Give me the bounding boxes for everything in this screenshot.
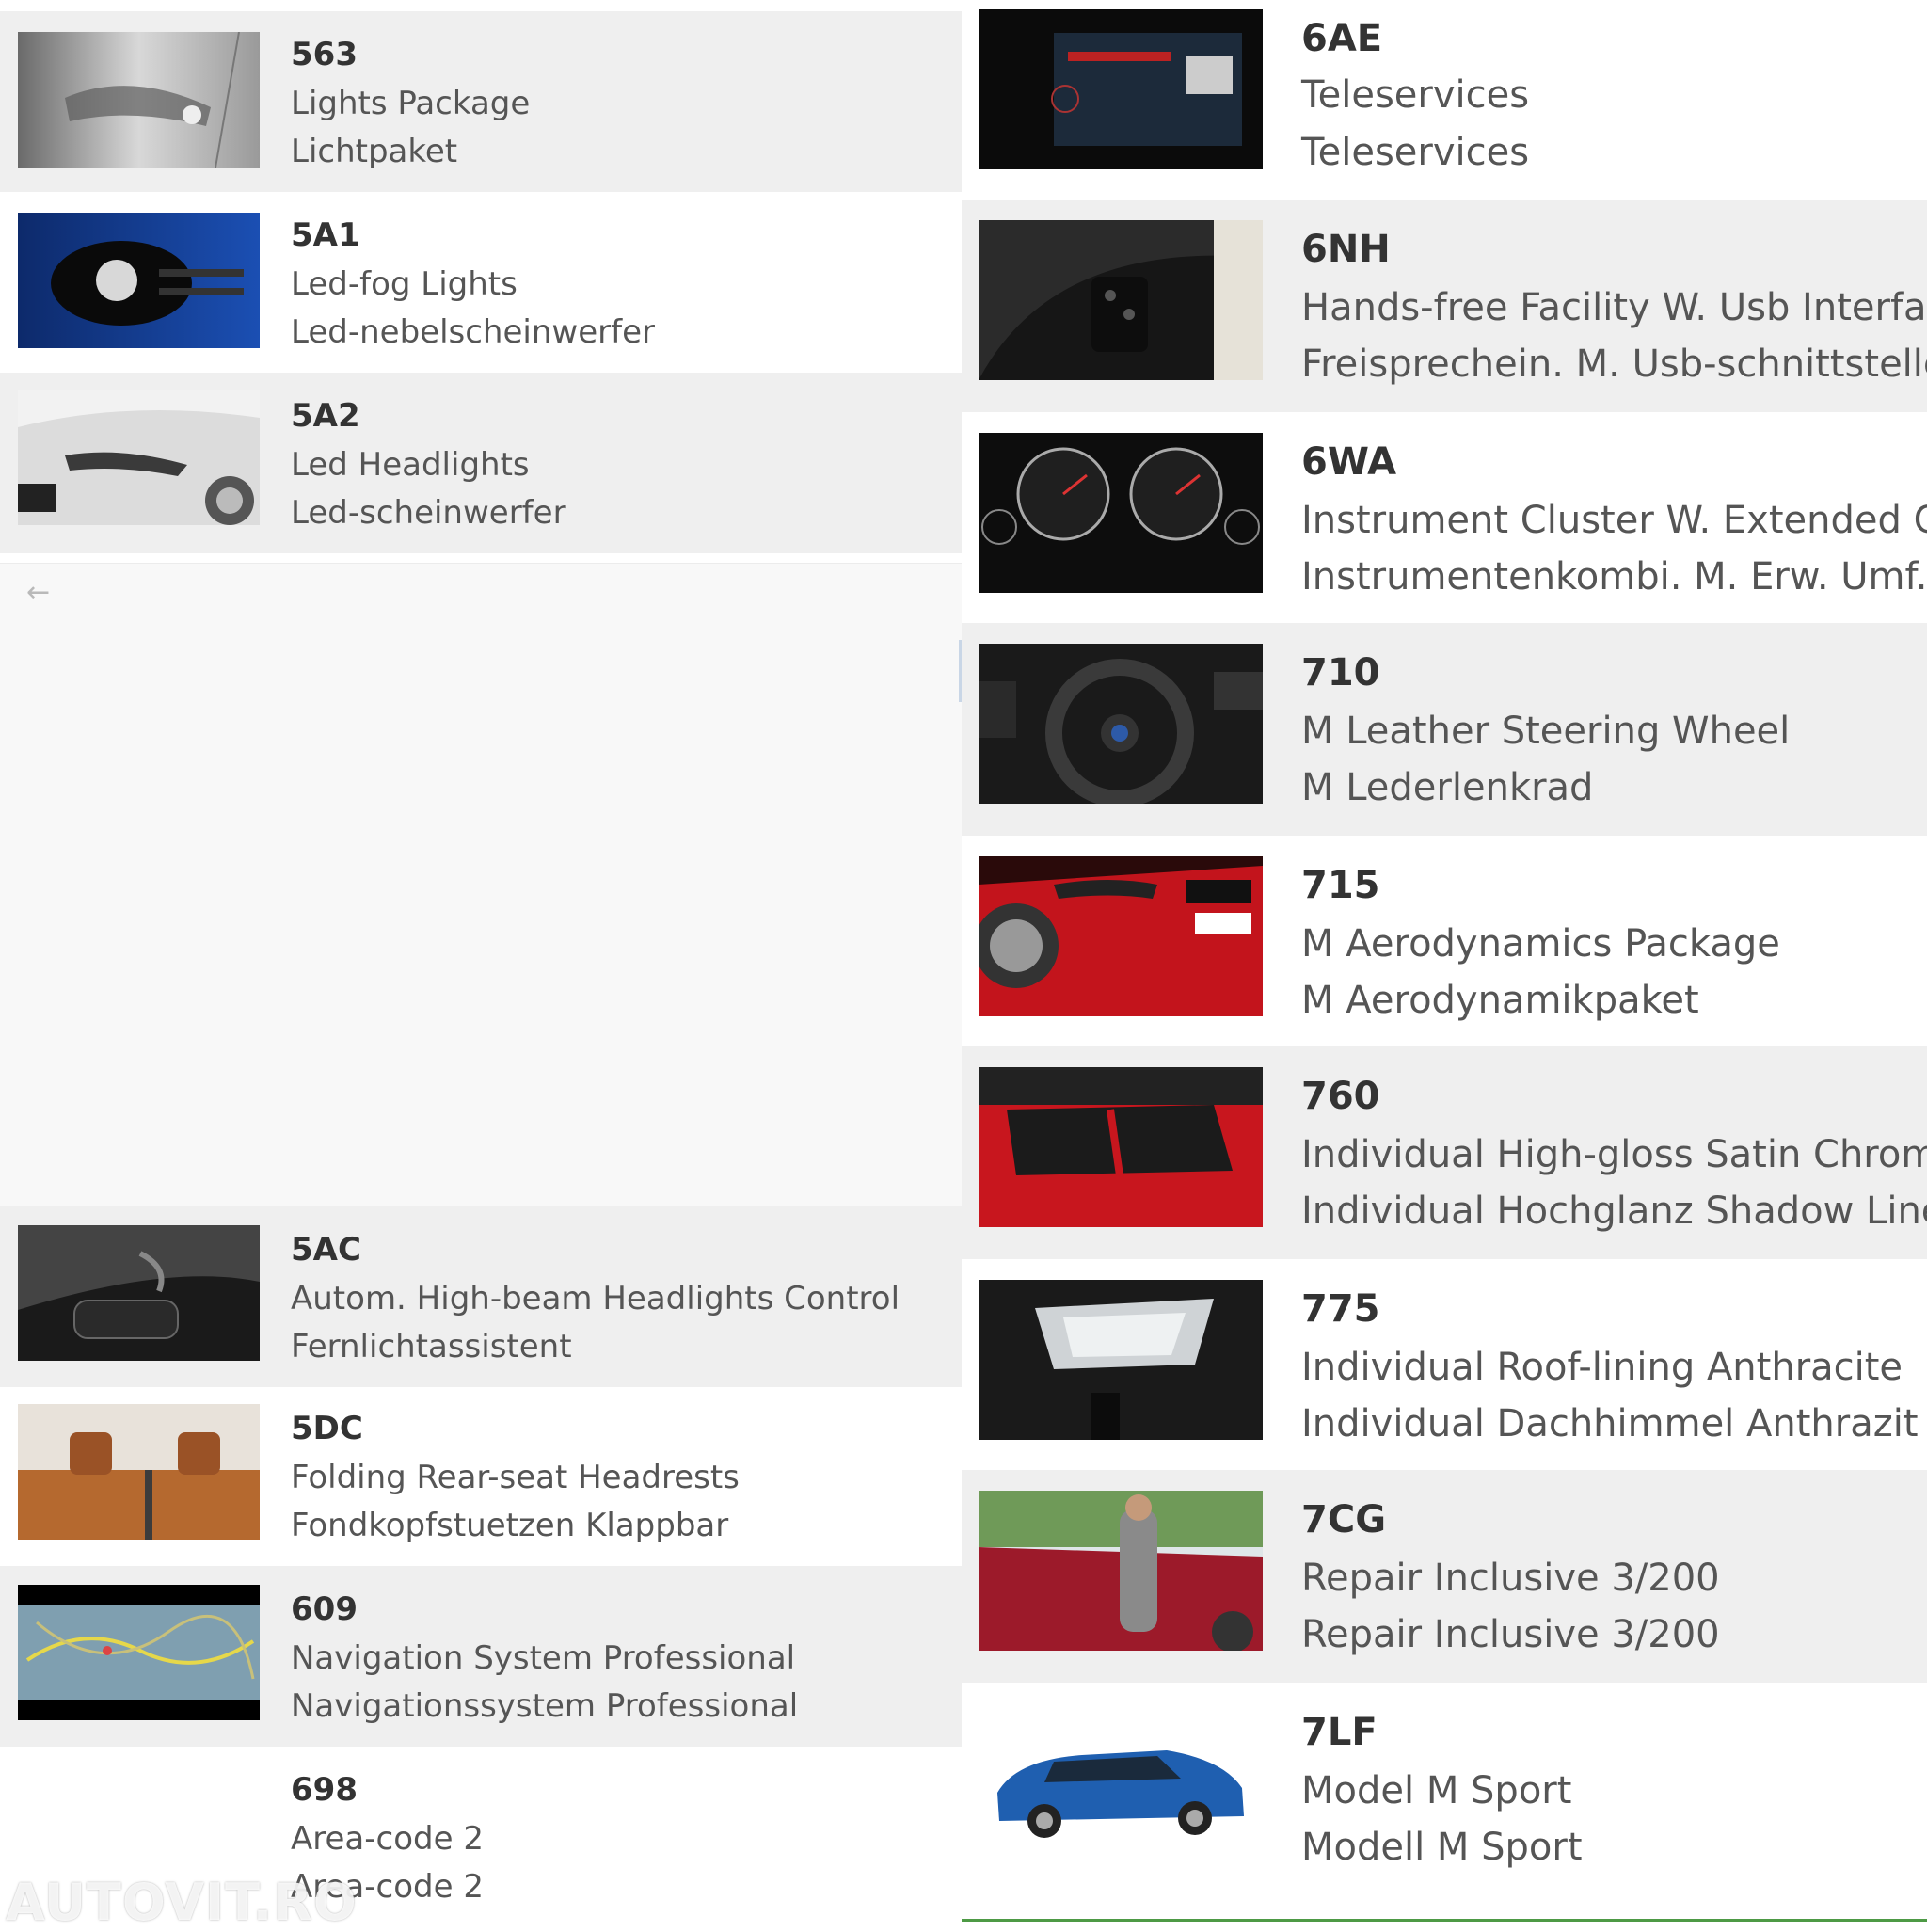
- option-name-de: M Aerodynamikpaket: [1301, 979, 1699, 1022]
- left-option-list: 563 Lights Package Lichtpaket 5A1 Led-fo…: [0, 0, 962, 1927]
- option-name-de: Individual Dachhimmel Anthrazit: [1301, 1402, 1919, 1445]
- option-code: 6AE: [1301, 17, 1383, 60]
- option-name-de: Modell M Sport: [1301, 1826, 1583, 1869]
- option-thumbnail: [979, 1491, 1263, 1651]
- option-name-en: Repair Inclusive 3/200: [1301, 1557, 1720, 1600]
- list-item[interactable]: 760 Individual High-gloss Satin Chrome I…: [962, 1046, 1927, 1259]
- option-name-en: Instrument Cluster W. Extended Cont: [1301, 499, 1927, 542]
- option-name-de: Fernlichtassistent: [291, 1328, 572, 1365]
- option-name-de: Teleservices: [1301, 131, 1530, 174]
- option-thumbnail: [979, 1703, 1263, 1863]
- option-thumbnail: [979, 856, 1263, 1016]
- list-item[interactable]: 5DC Folding Rear-seat Headrests Fondkopf…: [0, 1387, 962, 1566]
- option-code: 6NH: [1301, 228, 1391, 271]
- option-name-en: Navigation System Professional: [291, 1639, 796, 1677]
- watermark-logo: AUTOVIT.RO: [6, 1873, 358, 1932]
- list-item[interactable]: 5AC Autom. High-beam Headlights Control …: [0, 1206, 962, 1387]
- option-code: 715: [1301, 864, 1380, 907]
- option-thumbnail: [979, 220, 1263, 380]
- option-name-de: Individual Hochglanz Shadow Line: [1301, 1190, 1927, 1233]
- list-item[interactable]: 7LF Model M Sport Modell M Sport: [962, 1683, 1927, 1918]
- option-thumbnail: [18, 1404, 260, 1540]
- option-name-en: Hands-free Facility W. Usb Interfac: [1301, 286, 1927, 329]
- option-code: 7CG: [1301, 1498, 1387, 1541]
- option-code: 5AC: [291, 1231, 361, 1269]
- option-name-en: Led Headlights: [291, 446, 530, 484]
- empty-content-pane: [0, 563, 962, 1206]
- option-code: 609: [291, 1590, 358, 1628]
- option-name-de: M Lederlenkrad: [1301, 766, 1594, 809]
- option-thumbnail: [979, 1280, 1263, 1440]
- option-code: 5A2: [291, 397, 360, 435]
- option-name-de: Fondkopfstuetzen Klappbar: [291, 1507, 729, 1544]
- right-option-list: 6AE Teleservices Teleservices 6NH Hands-…: [962, 0, 1927, 1927]
- option-code: 710: [1301, 651, 1380, 695]
- option-thumbnail: [979, 9, 1263, 169]
- option-name-en: Led-fog Lights: [291, 265, 518, 303]
- option-thumbnail: [18, 213, 260, 348]
- option-code: 7LF: [1301, 1711, 1378, 1754]
- option-name-en: Teleservices: [1301, 73, 1530, 117]
- bottom-accent-line: [962, 1919, 1927, 1922]
- option-thumbnail: [18, 390, 260, 525]
- option-name-en: Individual High-gloss Satin Chrome: [1301, 1133, 1927, 1176]
- option-thumbnail: [979, 1067, 1263, 1227]
- list-item[interactable]: 775 Individual Roof-lining Anthracite In…: [962, 1259, 1927, 1470]
- option-name-en: Area-code 2: [291, 1820, 484, 1858]
- list-item[interactable]: 5A2 Led Headlights Led-scheinwerfer: [0, 373, 962, 553]
- option-thumbnail: [18, 1585, 260, 1720]
- option-code: 760: [1301, 1075, 1380, 1118]
- option-name-en: Autom. High-beam Headlights Control: [291, 1280, 900, 1317]
- list-item[interactable]: 563 Lights Package Lichtpaket: [0, 11, 962, 192]
- option-code: 563: [291, 36, 358, 73]
- list-item[interactable]: 6NH Hands-free Facility W. Usb Interfac …: [962, 200, 1927, 412]
- option-name-en: Model M Sport: [1301, 1769, 1572, 1812]
- option-name-de: Led-scheinwerfer: [291, 494, 566, 532]
- option-thumbnail: [18, 1225, 260, 1361]
- list-item[interactable]: 6AE Teleservices Teleservices: [962, 0, 1927, 200]
- list-item[interactable]: 715 M Aerodynamics Package M Aerodynamik…: [962, 836, 1927, 1046]
- option-code: 5DC: [291, 1410, 363, 1447]
- option-name-de: Lichtpaket: [291, 133, 458, 170]
- option-name-en: M Leather Steering Wheel: [1301, 710, 1791, 753]
- option-name-de: Instrumentenkombi. M. Erw. Umf.: [1301, 555, 1927, 599]
- list-item[interactable]: 710 M Leather Steering Wheel M Lederlenk…: [962, 623, 1927, 836]
- option-code: 5A1: [291, 216, 360, 254]
- list-item[interactable]: 609 Navigation System Professional Navig…: [0, 1566, 962, 1747]
- option-thumbnail: [18, 32, 260, 168]
- option-name-de: Led-nebelscheinwerfer: [291, 313, 655, 351]
- option-name-en: Folding Rear-seat Headrests: [291, 1459, 740, 1496]
- option-name-de: Navigationssystem Professional: [291, 1687, 799, 1725]
- option-name-en: Individual Roof-lining Anthracite: [1301, 1346, 1903, 1389]
- list-item[interactable]: 5A1 Led-fog Lights Led-nebelscheinwerfer: [0, 192, 962, 373]
- option-code: 775: [1301, 1287, 1380, 1331]
- option-name-de: Freisprechein. M. Usb-schnittstelle: [1301, 343, 1927, 386]
- option-name-de: Repair Inclusive 3/200: [1301, 1613, 1720, 1656]
- option-name-en: M Aerodynamics Package: [1301, 922, 1780, 966]
- back-arrow-icon[interactable]: ←: [26, 576, 50, 609]
- list-item[interactable]: 7CG Repair Inclusive 3/200 Repair Inclus…: [962, 1470, 1927, 1683]
- option-name-en: Lights Package: [291, 85, 531, 122]
- option-code: 6WA: [1301, 440, 1397, 484]
- option-code: 698: [291, 1771, 358, 1809]
- option-thumbnail: [979, 433, 1263, 593]
- list-item[interactable]: 6WA Instrument Cluster W. Extended Cont …: [962, 412, 1927, 623]
- option-thumbnail: [979, 644, 1263, 804]
